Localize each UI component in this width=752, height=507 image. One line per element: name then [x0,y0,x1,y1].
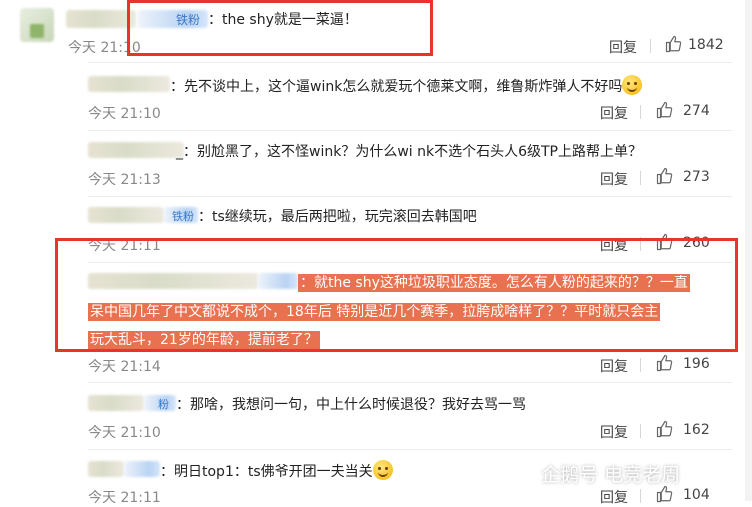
thumbs-up-icon[interactable] [656,354,674,372]
reply-text: ：那啥，我想问一句，中上什么时候退役？我好去骂一骂 [176,397,526,413]
watermark: 企鹅号 电竞老周 [513,460,680,487]
divider [640,358,641,372]
divider [88,62,732,63]
thumbs-up-icon[interactable] [656,101,674,119]
thumbs-up-icon[interactable] [656,485,674,503]
reply-time: 今天 21:10 [88,106,161,122]
like-count: 1842 [688,37,724,53]
username-blurred[interactable] [88,461,124,477]
grimace-emoji-icon [372,460,393,480]
reply-button[interactable]: 回复 [600,487,628,507]
fan-badge-blurred [124,461,160,477]
username-blurred[interactable] [88,207,164,223]
reply-button[interactable]: 回复 [600,422,628,442]
avatar[interactable] [20,8,54,42]
scrollbar[interactable] [745,0,752,501]
reply-text: ：先不谈中上，这个逼wink怎么就爱玩个德莱文啊，维鲁斯炸弹人不好吗 [170,75,643,96]
reply-time: 今天 21:11 [88,490,161,506]
reply-time: 今天 21:14 [88,359,161,375]
like-count: 196 [683,356,710,372]
like-count: 274 [683,103,710,119]
thumbs-up-icon[interactable] [656,167,674,185]
like-count: 162 [683,422,710,438]
divider [88,196,732,197]
penguin-logo-icon [515,464,533,485]
reply-button[interactable]: 回复 [609,37,637,57]
fan-badge-label: 粉 [158,398,169,411]
thumbs-up-icon[interactable] [665,35,683,53]
like-count: 273 [683,169,710,185]
reply-time: 今天 21:10 [88,425,161,441]
username-blurred[interactable] [88,76,170,92]
username-blurred[interactable] [66,10,136,28]
fan-badge-label: 铁粉 [172,210,194,223]
thumbs-up-icon[interactable] [656,420,674,438]
annotation-box [55,238,738,352]
reply-time: 今天 21:13 [88,172,161,188]
divider [640,171,641,185]
annotation-box [127,0,433,56]
divider [640,424,641,438]
divider [88,449,732,450]
username-blurred[interactable] [88,395,144,411]
reply-text: ：明日top1：ts佛爷开团一夫当关 [160,460,393,481]
reply-text: _：别尬黑了，这不怪wink？为什么wi nk不选个石头人6级TP上路帮上单？ [176,144,642,160]
divider [88,130,732,131]
divider [88,382,732,383]
reply-button[interactable]: 回复 [600,103,628,123]
divider [640,105,641,119]
divider [650,39,651,53]
username-blurred[interactable] [88,142,184,158]
reply-text: ：ts继续玩，最后两把啦，玩完滚回去韩国吧 [198,209,477,225]
reply-button[interactable]: 回复 [600,169,628,189]
watermark-text: 企鹅号 电竞老周 [541,464,681,486]
reply-button[interactable]: 回复 [600,356,628,376]
smiley-emoji-icon [622,75,643,95]
